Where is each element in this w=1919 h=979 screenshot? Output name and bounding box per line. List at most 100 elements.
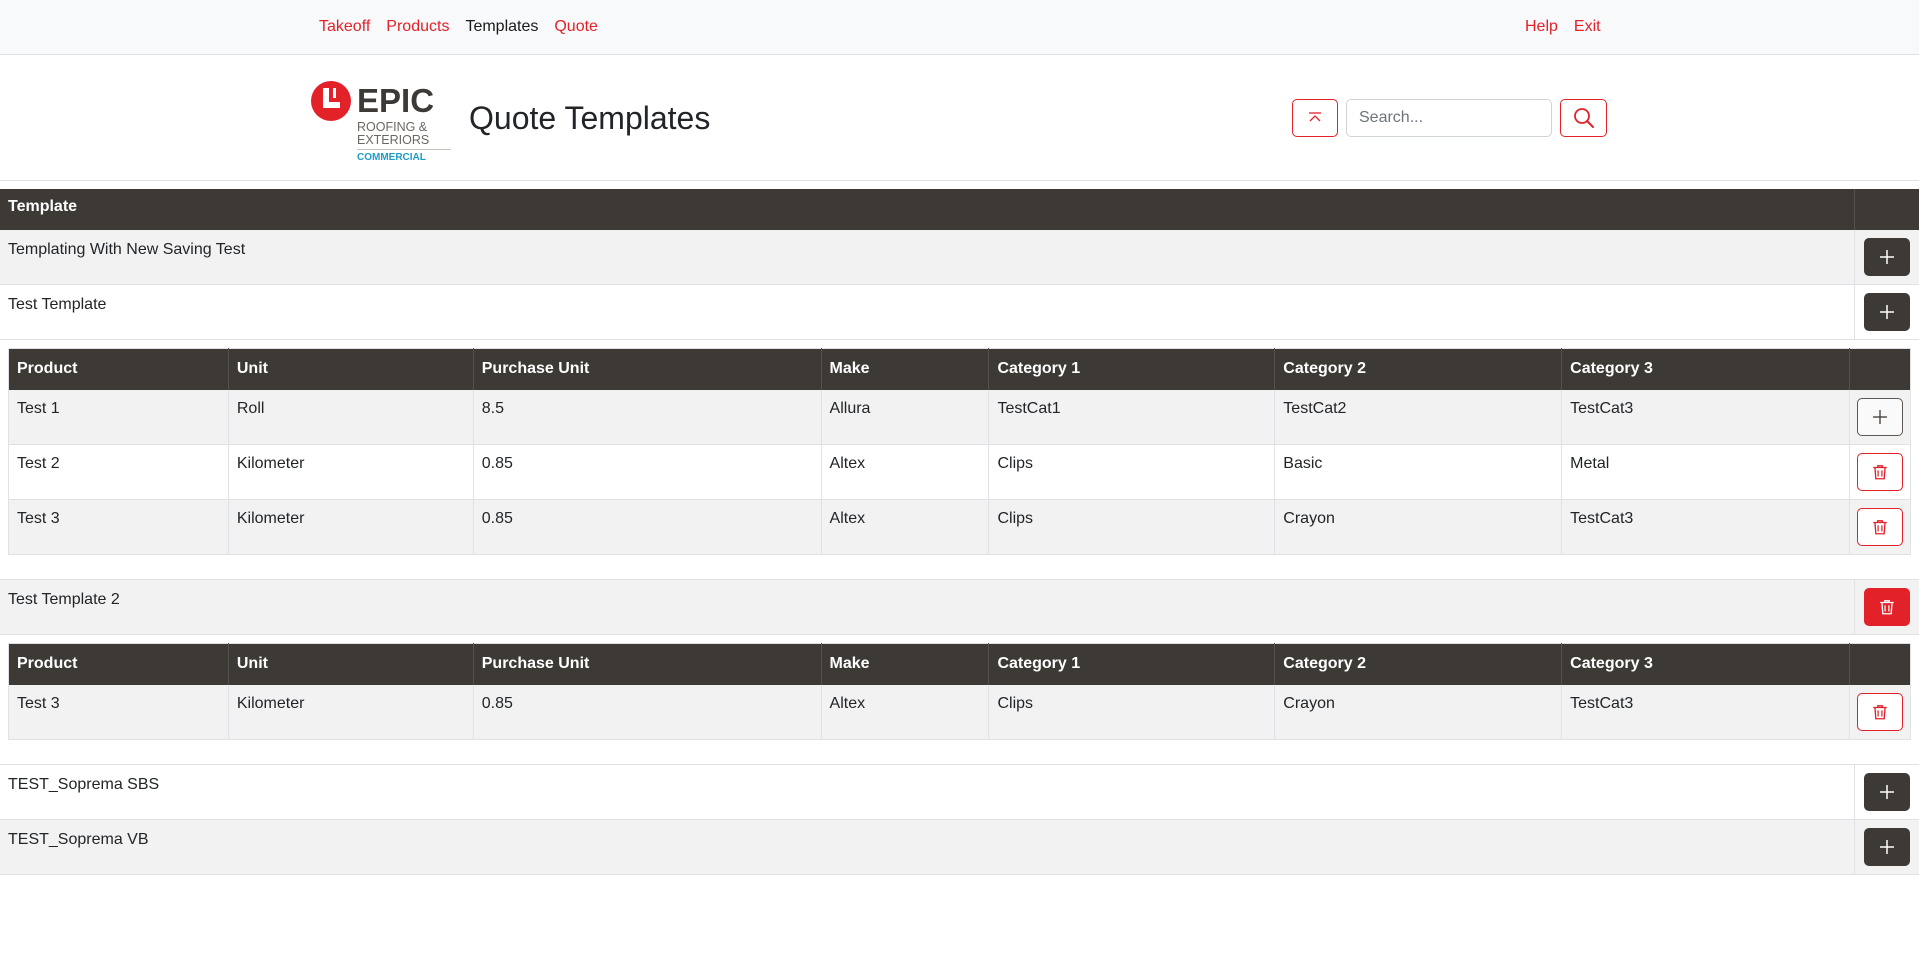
templates-table: Template Templating With New Saving Test… xyxy=(0,189,1919,875)
expand-template-button[interactable] xyxy=(1864,773,1910,811)
column-header-purchase-unit: Purchase Unit xyxy=(473,348,822,390)
cell-unit: Kilometer xyxy=(228,684,474,740)
plus-icon xyxy=(1880,250,1894,264)
cell-purchase-unit: 0.85 xyxy=(473,499,822,555)
delete-template-button[interactable] xyxy=(1864,588,1910,626)
nav-products[interactable]: Products xyxy=(386,17,449,37)
column-header-unit: Unit xyxy=(228,643,474,685)
cell-category-1: Clips xyxy=(988,444,1276,500)
column-header-category-3: Category 3 xyxy=(1561,348,1850,390)
column-header-purchase-unit: Purchase Unit xyxy=(473,643,822,685)
nav-takeoff[interactable]: Takeoff xyxy=(319,17,370,37)
template-products-panel: Product Unit Purchase Unit Make Category… xyxy=(0,340,1919,580)
chevron-bar-up-icon xyxy=(1309,112,1321,122)
cell-product: Test 2 xyxy=(8,444,229,500)
search-button[interactable] xyxy=(1560,99,1607,137)
cell-category-3: Metal xyxy=(1561,444,1850,500)
template-row: Templating With New Saving Test xyxy=(0,230,1919,285)
template-name: Templating With New Saving Test xyxy=(0,230,1855,284)
expand-template-button[interactable] xyxy=(1864,293,1910,331)
templates-table-header: Template xyxy=(0,189,1919,230)
cell-category-2: TestCat2 xyxy=(1274,389,1563,445)
cell-category-3: TestCat3 xyxy=(1561,499,1850,555)
template-name: Test Template xyxy=(0,285,1855,339)
product-row: Test 3 Kilometer 0.85 Altex Clips Crayon… xyxy=(8,684,1911,740)
column-header-category-2: Category 2 xyxy=(1274,643,1563,685)
top-navbar: Takeoff Products Templates Quote Help Ex… xyxy=(0,0,1919,55)
plus-icon xyxy=(1880,305,1894,319)
cell-make: Allura xyxy=(821,389,990,445)
delete-product-button[interactable] xyxy=(1856,453,1903,491)
cell-product: Test 1 xyxy=(8,389,229,445)
expand-template-button[interactable] xyxy=(1864,828,1910,866)
template-row: Test Template 2 xyxy=(0,580,1919,635)
template-name: TEST_Soprema VB xyxy=(0,820,1855,874)
logo-line-2: EXTERIORS xyxy=(357,133,429,147)
cell-category-2: Crayon xyxy=(1274,684,1563,740)
add-product-button[interactable] xyxy=(1856,397,1903,436)
page-title: Quote Templates xyxy=(469,100,711,136)
nav-help[interactable]: Help xyxy=(1525,17,1558,37)
cell-product: Test 3 xyxy=(8,684,229,740)
cell-category-3: TestCat3 xyxy=(1561,389,1850,445)
nav-exit[interactable]: Exit xyxy=(1574,17,1601,37)
product-row: Test 3 Kilometer 0.85 Altex Clips Crayon… xyxy=(8,499,1911,555)
trash-icon xyxy=(1880,600,1894,615)
column-header-category-1: Category 1 xyxy=(988,643,1276,685)
cell-category-3: TestCat3 xyxy=(1561,684,1850,740)
column-header-make: Make xyxy=(821,643,990,685)
column-header-template: Template xyxy=(0,189,1855,230)
template-row: TEST_Soprema VB xyxy=(0,820,1919,875)
expand-template-button[interactable] xyxy=(1864,238,1910,276)
user-nav: Help Exit xyxy=(1525,17,1601,37)
column-header-category-1: Category 1 xyxy=(988,348,1276,390)
logo-line-3: COMMERCIAL xyxy=(357,152,426,163)
cell-purchase-unit: 0.85 xyxy=(473,684,822,740)
cell-unit: Kilometer xyxy=(228,499,474,555)
cell-make: Altex xyxy=(821,444,990,500)
cell-purchase-unit: 8.5 xyxy=(473,389,822,445)
delete-product-button[interactable] xyxy=(1856,508,1903,546)
cell-purchase-unit: 0.85 xyxy=(473,444,822,500)
logo-line-1: ROOFING & xyxy=(357,120,428,134)
product-row: Test 2 Kilometer 0.85 Altex Clips Basic … xyxy=(8,444,1911,500)
cell-category-1: TestCat1 xyxy=(988,389,1276,445)
column-header-product: Product xyxy=(8,348,229,390)
nav-quote[interactable]: Quote xyxy=(554,17,598,37)
delete-product-button[interactable] xyxy=(1856,692,1903,731)
search-input[interactable] xyxy=(1346,99,1552,137)
cell-category-2: Crayon xyxy=(1274,499,1563,555)
epic-logo: EPIC ROOFING & EXTERIORS COMMERCIAL xyxy=(311,81,451,163)
template-products-table: Product Unit Purchase Unit Make Category… xyxy=(8,348,1911,555)
column-header-category-3: Category 3 xyxy=(1561,643,1850,685)
cell-category-1: Clips xyxy=(988,499,1276,555)
template-row: TEST_Soprema SBS xyxy=(0,765,1919,820)
template-name: Test Template 2 xyxy=(0,580,1855,634)
search-icon xyxy=(1573,108,1594,128)
cell-unit: Kilometer xyxy=(228,444,474,500)
trash-icon xyxy=(1873,465,1887,480)
cell-unit: Roll xyxy=(228,389,474,445)
template-products-panel: Product Unit Purchase Unit Make Category… xyxy=(0,635,1919,765)
column-header-product: Product xyxy=(8,643,229,685)
logo-brand: EPIC xyxy=(357,82,434,119)
plus-icon xyxy=(1880,840,1894,854)
column-header-make: Make xyxy=(821,348,990,390)
cell-make: Altex xyxy=(821,684,990,740)
plus-icon xyxy=(1880,785,1894,799)
template-name: TEST_Soprema SBS xyxy=(0,765,1855,819)
main-nav: Takeoff Products Templates Quote xyxy=(319,17,598,37)
template-row: Test Template xyxy=(0,285,1919,340)
cell-category-2: Basic xyxy=(1274,444,1563,500)
plus-icon xyxy=(1872,409,1887,424)
cell-category-1: Clips xyxy=(988,684,1276,740)
page-header: EPIC ROOFING & EXTERIORS COMMERCIAL Quot… xyxy=(0,55,1919,181)
trash-icon xyxy=(1873,520,1887,535)
scroll-top-button[interactable] xyxy=(1292,99,1338,137)
column-header-unit: Unit xyxy=(228,348,474,390)
product-row: Test 1 Roll 8.5 Allura TestCat1 TestCat2… xyxy=(8,389,1911,445)
nav-templates[interactable]: Templates xyxy=(465,17,538,37)
column-header-category-2: Category 2 xyxy=(1274,348,1563,390)
template-products-table: Product Unit Purchase Unit Make Category… xyxy=(8,643,1911,740)
trash-icon xyxy=(1873,704,1887,720)
